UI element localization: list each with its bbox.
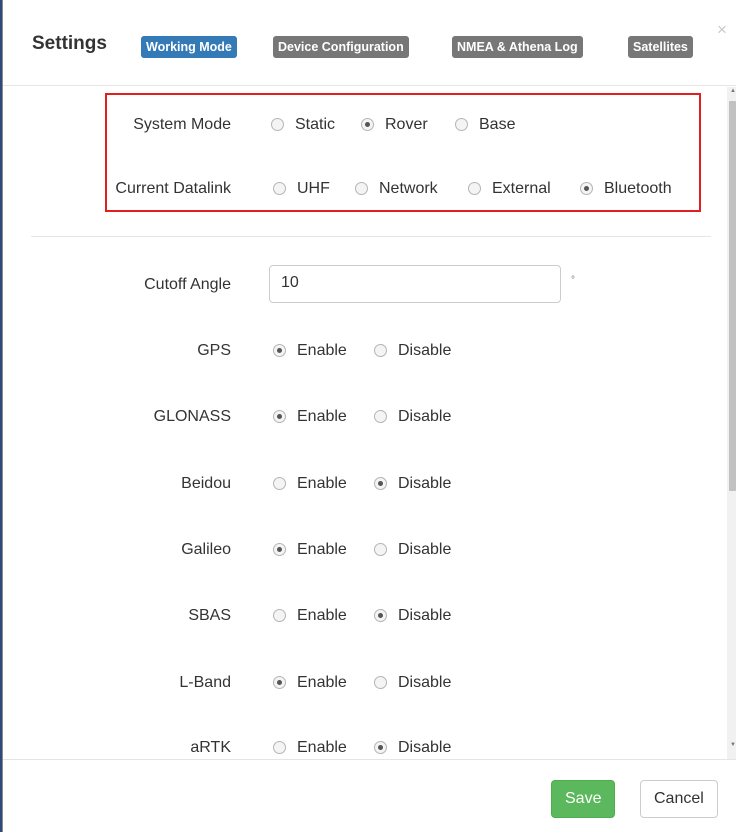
tab-satellites[interactable]: Satellites (628, 36, 693, 58)
radio-enable[interactable] (273, 543, 286, 556)
option-label: Disable (398, 408, 452, 425)
scrollbar-thumb[interactable] (729, 101, 736, 491)
radio-disable[interactable] (374, 543, 387, 556)
modal-footer: Save Cancel (3, 759, 736, 832)
modal-header: Settings Working Mode Device Configurati… (3, 0, 736, 86)
radio-disable[interactable] (374, 741, 387, 754)
option-label: Enable (297, 475, 347, 492)
galileo-row: Galileo Enable Disable (3, 535, 723, 565)
scroll-down-arrow-icon[interactable]: ▼ (729, 742, 736, 748)
option-label: Rover (385, 116, 428, 133)
radio-disable[interactable] (374, 676, 387, 689)
option-label: Base (479, 116, 516, 133)
datalink-row: Current Datalink UHF Network External Bl… (3, 174, 723, 204)
constellation-label: aRTK (190, 739, 231, 756)
constellation-label: GPS (197, 342, 231, 359)
glonass-row: GLONASS Enable Disable (3, 402, 723, 432)
scroll-up-arrow-icon[interactable]: ▲ (729, 88, 736, 94)
radio-enable[interactable] (273, 410, 286, 423)
gps-row: GPS Enable Disable (3, 336, 723, 366)
system-mode-label: System Mode (133, 116, 231, 133)
cancel-button[interactable]: Cancel (640, 780, 718, 818)
option-label: Enable (297, 342, 347, 359)
tab-nmea-athena-log[interactable]: NMEA & Athena Log (452, 36, 583, 58)
modal-body: System Mode Static Rover Base Current Da… (3, 87, 736, 759)
settings-modal: Settings Working Mode Device Configurati… (2, 0, 736, 832)
artk-row: aRTK Enable Disable (3, 733, 723, 759)
option-label: Enable (297, 674, 347, 691)
constellation-label: GLONASS (153, 408, 231, 425)
radio-enable[interactable] (273, 477, 286, 490)
radio-base[interactable] (455, 118, 468, 131)
option-label: Enable (297, 541, 347, 558)
tab-device-configuration[interactable]: Device Configuration (273, 36, 409, 58)
radio-rover[interactable] (361, 118, 374, 131)
radio-enable[interactable] (273, 676, 286, 689)
option-label: Disable (398, 342, 452, 359)
radio-bluetooth[interactable] (580, 182, 593, 195)
option-label: Static (295, 116, 336, 133)
radio-disable[interactable] (374, 609, 387, 622)
modal-title: Settings (32, 33, 107, 54)
tab-working-mode[interactable]: Working Mode (141, 36, 237, 58)
option-label: Bluetooth (604, 180, 672, 197)
constellation-label: L-Band (179, 674, 231, 691)
radio-uhf[interactable] (273, 182, 286, 195)
system-mode-row: System Mode Static Rover Base (3, 110, 723, 140)
section-divider (31, 236, 711, 237)
radio-disable[interactable] (374, 344, 387, 357)
option-label: UHF (297, 180, 330, 197)
option-label: Enable (297, 607, 347, 624)
sbas-row: SBAS Enable Disable (3, 601, 723, 631)
constellation-label: SBAS (188, 607, 231, 624)
radio-disable[interactable] (374, 410, 387, 423)
lband-row: L-Band Enable Disable (3, 668, 723, 698)
option-label: Enable (297, 408, 347, 425)
cutoff-angle-input[interactable]: 10 (269, 265, 561, 303)
radio-enable[interactable] (273, 741, 286, 754)
constellation-label: Galileo (181, 541, 231, 558)
option-label: Network (379, 180, 438, 197)
radio-network[interactable] (355, 182, 368, 195)
beidou-row: Beidou Enable Disable (3, 469, 723, 499)
option-label: Disable (398, 475, 452, 492)
option-label: Disable (398, 607, 452, 624)
degree-unit: ° (571, 275, 575, 286)
save-button[interactable]: Save (551, 780, 616, 818)
option-label: Disable (398, 739, 452, 756)
datalink-label: Current Datalink (115, 180, 231, 197)
radio-enable[interactable] (273, 344, 286, 357)
radio-disable[interactable] (374, 477, 387, 490)
option-label: External (492, 180, 551, 197)
option-label: Enable (297, 739, 347, 756)
option-label: Disable (398, 541, 452, 558)
radio-external[interactable] (468, 182, 481, 195)
radio-enable[interactable] (273, 609, 286, 622)
cutoff-angle-label: Cutoff Angle (144, 276, 231, 293)
close-icon[interactable]: × (717, 20, 727, 40)
radio-static[interactable] (271, 118, 284, 131)
option-label: Disable (398, 674, 452, 691)
constellation-label: Beidou (181, 475, 231, 492)
